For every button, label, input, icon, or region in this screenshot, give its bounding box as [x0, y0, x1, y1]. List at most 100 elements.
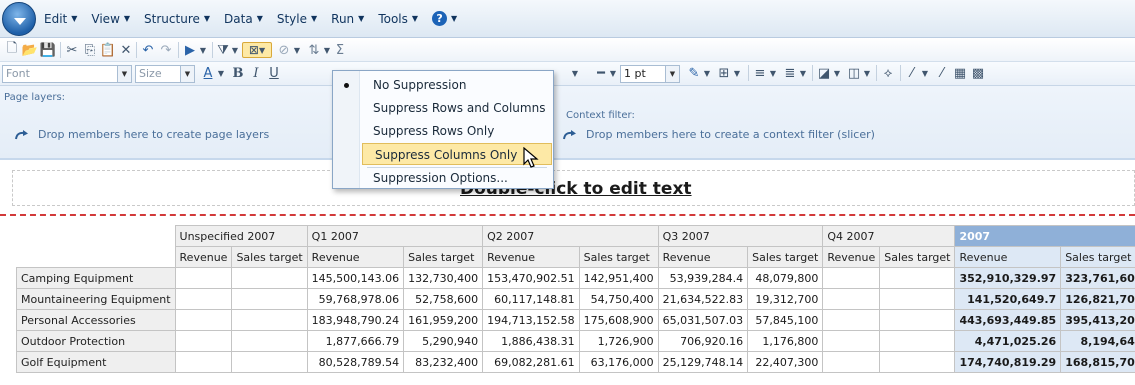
cell-total[interactable]: 395,413,200 — [1060, 309, 1135, 331]
new-icon[interactable]: 🗋 — [4, 41, 20, 58]
line-color-icon[interactable]: ✎ — [686, 65, 702, 81]
menu-run[interactable]: Run ▼ — [331, 11, 364, 26]
cell[interactable] — [174, 288, 233, 310]
period-header[interactable]: Q4 2007 — [822, 225, 956, 247]
explain-icon[interactable]: ⊘ — [276, 42, 292, 58]
cell-total[interactable]: 126,821,700 — [1060, 288, 1135, 310]
cell[interactable]: 59,768,978.06 — [306, 288, 405, 310]
cell-total[interactable]: 443,693,449.85 — [954, 309, 1062, 331]
menu-style[interactable]: Style ▼ — [277, 11, 317, 26]
menu-edit[interactable]: Edit ▼ — [44, 11, 77, 26]
cell-total[interactable]: 174,740,819.29 — [954, 351, 1062, 373]
pick-style-icon[interactable]: ⁄ — [904, 65, 920, 81]
measure-header[interactable]: Revenue — [822, 246, 881, 268]
cell[interactable]: 1,726,900 — [578, 330, 659, 352]
copy-icon[interactable]: ⎘ — [82, 42, 98, 58]
line-width-select[interactable]: 1 pt ▼ — [620, 65, 680, 83]
cell[interactable] — [174, 330, 233, 352]
period-header[interactable]: Q3 2007 — [657, 225, 824, 247]
bold-icon[interactable]: B — [230, 65, 246, 81]
menu-view[interactable]: View ▼ — [91, 11, 130, 26]
context-filter-dropzone[interactable]: Drop members here to create a context fi… — [562, 128, 875, 141]
cell[interactable] — [231, 267, 308, 289]
align-icon[interactable]: ≡ — [752, 65, 768, 81]
chevron-down-icon[interactable]: ▼ — [798, 65, 808, 81]
menu-item-suppression-options[interactable]: Suppression Options... — [361, 167, 553, 189]
cell[interactable] — [231, 330, 308, 352]
chevron-down-icon[interactable]: ▼ — [292, 42, 302, 58]
cell[interactable]: 1,176,800 — [747, 330, 824, 352]
vertical-align-icon[interactable]: ≣ — [782, 65, 798, 81]
chevron-down-icon[interactable]: ▼ — [608, 65, 618, 81]
cell[interactable]: 161,959,200 — [403, 309, 484, 331]
cell[interactable] — [879, 309, 956, 331]
cell[interactable]: 65,031,507.03 — [657, 309, 749, 331]
sort-icon[interactable]: ⇅ — [306, 42, 322, 58]
cell[interactable]: 80,528,789.54 — [306, 351, 405, 373]
cell[interactable] — [879, 288, 956, 310]
cell[interactable]: 194,713,152.58 — [482, 309, 580, 331]
cell[interactable]: 153,470,902.51 — [482, 267, 580, 289]
sum-icon[interactable]: Σ — [332, 42, 348, 58]
chevron-down-icon[interactable]: ▼ — [570, 65, 580, 81]
cell[interactable]: 22,407,300 — [747, 351, 824, 373]
cell[interactable]: 1,886,438.31 — [482, 330, 580, 352]
menu-item-suppress-rows-only[interactable]: Suppress Rows Only — [361, 120, 553, 142]
cell[interactable]: 142,951,400 — [578, 267, 659, 289]
cell[interactable]: 57,845,100 — [747, 309, 824, 331]
chevron-down-icon[interactable]: ▼ — [198, 42, 208, 58]
cell[interactable]: 69,082,281.61 — [482, 351, 580, 373]
row-header[interactable]: Personal Accessories — [16, 309, 176, 331]
cell-total[interactable]: 352,910,329.97 — [954, 267, 1062, 289]
cell[interactable]: 52,758,600 — [403, 288, 484, 310]
save-icon[interactable]: 💾 — [40, 42, 56, 58]
conditional-styles-icon[interactable]: ▦ — [952, 65, 968, 81]
font-size-select[interactable]: Size ▼ — [135, 65, 195, 83]
cell[interactable]: 54,750,400 — [578, 288, 659, 310]
period-header[interactable]: Q1 2007 — [306, 225, 484, 247]
cell[interactable] — [879, 267, 956, 289]
cell[interactable] — [231, 309, 308, 331]
chevron-down-icon[interactable]: ▼ — [920, 65, 930, 81]
measure-header-total[interactable]: Revenue — [954, 246, 1062, 268]
cell[interactable] — [879, 351, 956, 373]
undo-icon[interactable]: ↶ — [140, 42, 156, 58]
menu-help[interactable]: ? ▼ — [432, 11, 457, 26]
measure-header[interactable]: Sales target — [403, 246, 484, 268]
cell[interactable]: 25,129,748.14 — [657, 351, 749, 373]
row-header[interactable]: Mountaineering Equipment — [16, 288, 176, 310]
cell[interactable]: 83,232,400 — [403, 351, 484, 373]
cell[interactable] — [174, 351, 233, 373]
cell[interactable]: 183,948,790.24 — [306, 309, 405, 331]
cut-icon[interactable]: ✂ — [64, 42, 80, 58]
open-icon[interactable]: 📂 — [22, 42, 38, 58]
cell[interactable]: 175,608,900 — [578, 309, 659, 331]
cell-total[interactable]: 323,761,600 — [1060, 267, 1135, 289]
cell[interactable] — [174, 267, 233, 289]
row-header[interactable]: Camping Equipment — [16, 267, 176, 289]
paste-icon[interactable]: 📋 — [100, 42, 116, 58]
fill-color-icon[interactable]: ◪ — [816, 65, 832, 81]
chevron-down-icon[interactable]: ▼ — [732, 65, 742, 81]
cell-total[interactable]: 8,194,640 — [1060, 330, 1135, 352]
cell[interactable] — [822, 267, 881, 289]
cell[interactable] — [174, 309, 233, 331]
measure-header[interactable]: Revenue — [657, 246, 749, 268]
cell[interactable]: 1,877,666.79 — [306, 330, 405, 352]
measure-header-total[interactable]: Sales target — [1060, 246, 1135, 268]
period-header[interactable]: Q2 2007 — [482, 225, 659, 247]
menu-structure[interactable]: Structure ▼ — [144, 11, 210, 26]
chevron-down-icon[interactable]: ▼ — [832, 65, 842, 81]
filter-icon[interactable]: ⧩ — [216, 42, 230, 58]
menu-item-no-suppression[interactable]: No Suppression — [361, 74, 553, 96]
chevron-down-icon[interactable]: ▼ — [702, 65, 712, 81]
cell-total[interactable]: 168,815,700 — [1060, 351, 1135, 373]
period-header-total[interactable]: 2007 — [954, 225, 1135, 247]
font-select[interactable]: Font ▼ — [2, 65, 132, 83]
measure-header[interactable]: Revenue — [306, 246, 405, 268]
menu-tools[interactable]: Tools ▼ — [378, 11, 418, 26]
menu-item-suppress-rows-and-columns[interactable]: Suppress Rows and Columns — [361, 97, 553, 119]
delete-icon[interactable]: ✕ — [118, 42, 134, 58]
menu-data[interactable]: Data ▼ — [224, 11, 263, 26]
row-header[interactable]: Outdoor Protection — [16, 330, 176, 352]
